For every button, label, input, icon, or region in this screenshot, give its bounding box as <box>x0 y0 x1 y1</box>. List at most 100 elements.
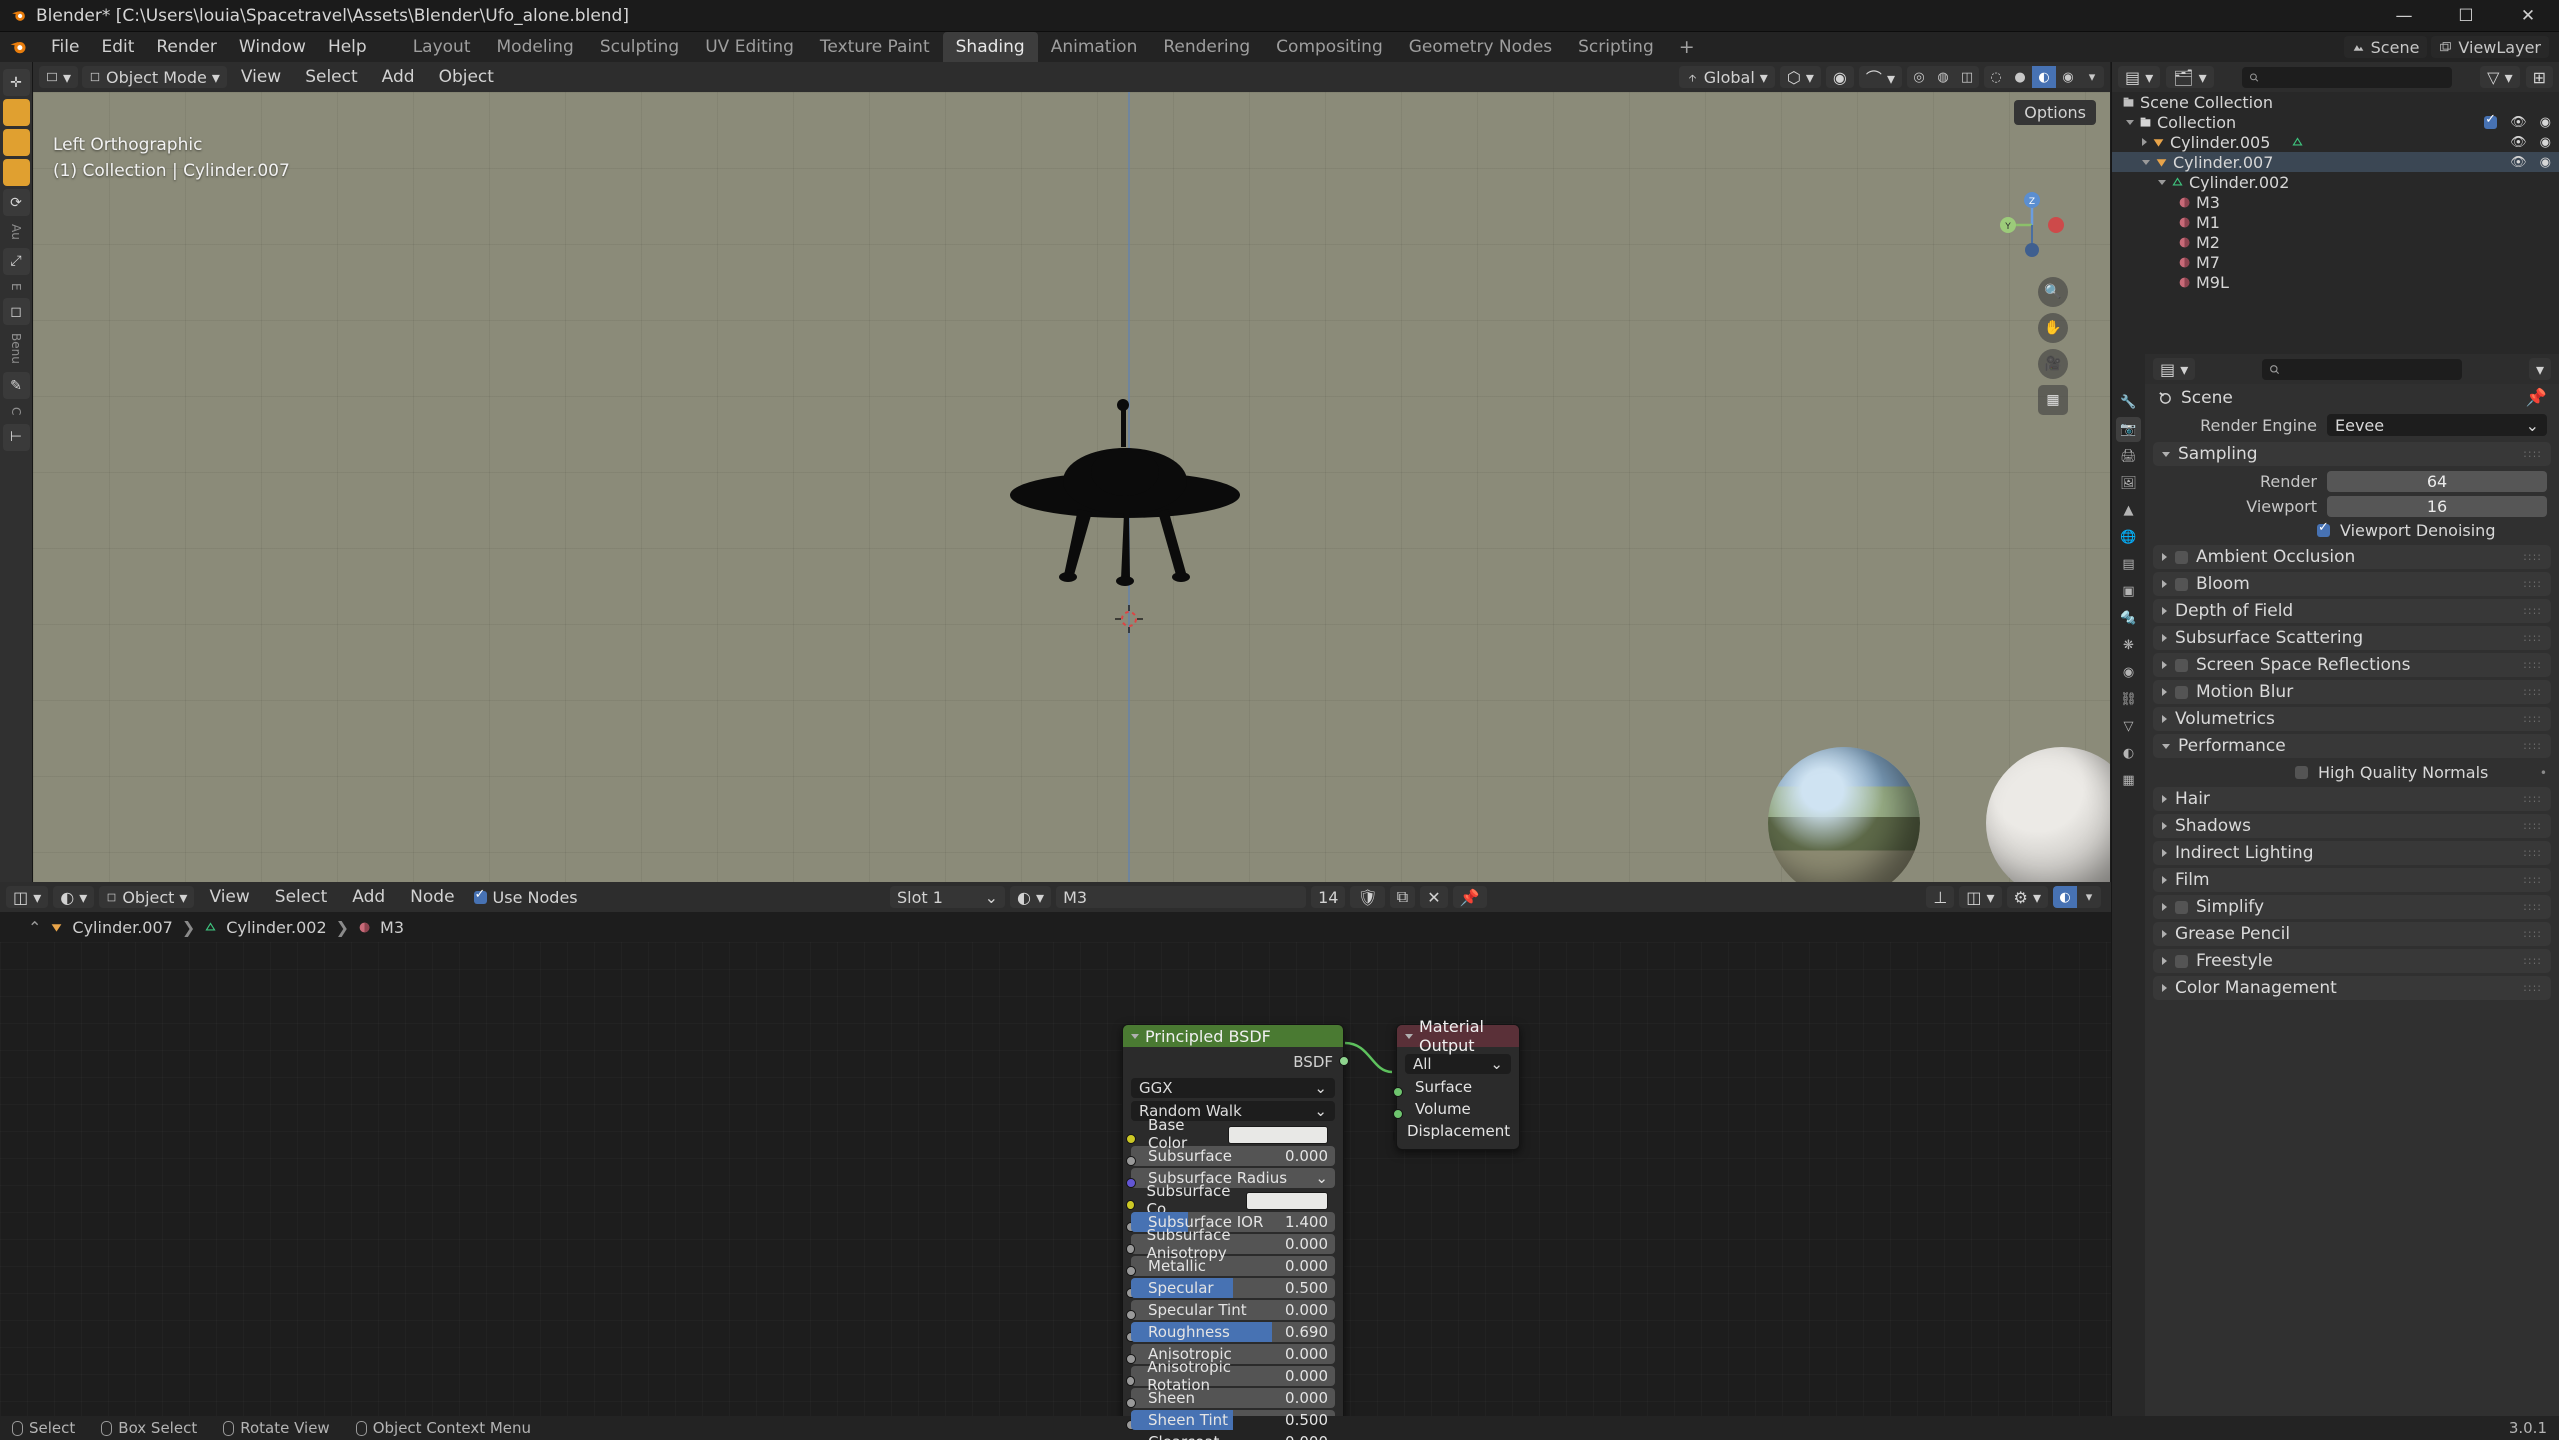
tab-particles[interactable]: ❋ <box>2116 633 2141 658</box>
menu-file[interactable]: File <box>40 34 90 60</box>
viewlayer-selector[interactable]: ViewLayer <box>2431 36 2549 58</box>
workspace-tab-sculpting[interactable]: Sculpting <box>587 32 692 62</box>
sampling-render-value[interactable]: 64 <box>2327 471 2547 492</box>
outliner-row-material-m7[interactable]: M7 <box>2112 252 2559 272</box>
zoom-view-icon[interactable]: 🔍 <box>2038 277 2068 307</box>
tool-move-icon[interactable] <box>2 159 30 186</box>
workspace-tab-layout[interactable]: Layout <box>400 32 484 62</box>
socket-metallic[interactable] <box>1126 1266 1136 1276</box>
outliner-new-collection-button[interactable]: ⊞ <box>2525 66 2553 88</box>
camera-view-icon[interactable]: 🎥 <box>2038 349 2068 379</box>
panel-subsurface-scattering-header[interactable]: Subsurface Scattering :::: <box>2153 626 2551 650</box>
tab-data[interactable]: ▽ <box>2116 714 2141 739</box>
panel-performance-header[interactable]: Performance :::: <box>2153 734 2551 758</box>
snapping-toggle[interactable]: ⬡ ▾ <box>1779 66 1821 88</box>
panel-simplify-header[interactable]: Simplify :::: <box>2153 895 2551 919</box>
node-distribution-dropdown[interactable]: GGX ⌄ <box>1131 1078 1335 1098</box>
eye-icon[interactable]: 👁 <box>2510 135 2527 150</box>
show-overlays-icon[interactable]: ◍ <box>1931 66 1955 88</box>
panel-screen-space-reflections-header[interactable]: Screen Space Reflections :::: <box>2153 653 2551 677</box>
expand-triangle-icon[interactable] <box>2158 179 2166 185</box>
node-options-icon[interactable]: ⚙ ▾ <box>2006 886 2048 908</box>
unlink-material-icon[interactable]: ✕ <box>1420 886 1448 908</box>
tab-constraints[interactable]: ⛓ <box>2116 687 2141 712</box>
proportional-editing-toggle[interactable]: ◉ <box>1825 66 1854 88</box>
chevron-down-icon[interactable] <box>1131 1033 1139 1039</box>
motion-blur-checkbox[interactable] <box>2175 685 2188 699</box>
viewport-denoising-checkbox[interactable] <box>2317 520 2330 537</box>
tab-physics[interactable]: ◉ <box>2116 660 2141 685</box>
interaction-mode-selector[interactable]: Object Mode ▾ <box>82 66 227 88</box>
chevron-down-icon[interactable]: ⌄ <box>1315 1169 1328 1187</box>
tool-measure-icon[interactable]: ⊢ <box>2 423 30 451</box>
outliner-search-field[interactable] <box>2241 66 2452 88</box>
node-input-displacement[interactable]: Displacement <box>1393 1121 1511 1141</box>
workspace-tab-texture-paint[interactable]: Texture Paint <box>807 32 943 62</box>
socket-base-color[interactable] <box>1126 1134 1136 1144</box>
workspace-tab-scripting[interactable]: Scripting <box>1565 32 1667 62</box>
shader-editor-type-selector[interactable]: ◫ ▾ <box>6 886 49 908</box>
material-name-field[interactable]: M3 <box>1056 886 1307 908</box>
workspace-tab-geometry-nodes[interactable]: Geometry Nodes <box>1396 32 1565 62</box>
outliner-row-cylinder-002[interactable]: Cylinder.002 <box>2112 172 2559 192</box>
proportional-falloff-selector[interactable]: ⌒ ▾ <box>1858 66 1902 88</box>
panel-color-management-header[interactable]: Color Management :::: <box>2153 976 2551 1000</box>
simplify-checkbox[interactable] <box>2175 900 2188 914</box>
panel-motion-blur-header[interactable]: Motion Blur :::: <box>2153 680 2551 704</box>
material-icon-button[interactable]: ◐ ▾ <box>1010 886 1052 908</box>
outliner-row-cylinder-007[interactable]: Cylinder.007 👁 ◉ <box>2112 152 2559 172</box>
fake-user-shield-icon[interactable]: 🛡 <box>1350 886 1385 908</box>
panel-grease-pencil-header[interactable]: Grease Pencil :::: <box>2153 922 2551 946</box>
transform-orientation-selector[interactable]: Global ▾ <box>1678 66 1775 88</box>
close-button[interactable]: ✕ <box>2497 0 2559 32</box>
breadcrumb-material[interactable]: M3 <box>380 918 404 937</box>
panel-shadows-header[interactable]: Shadows :::: <box>2153 814 2551 838</box>
navigation-gizmo[interactable]: Z Y <box>1994 187 2070 263</box>
shader-context-selector[interactable]: Object ▾ <box>99 886 195 908</box>
menu-help[interactable]: Help <box>317 34 378 60</box>
toggle-ortho-icon[interactable]: ▦ <box>2038 385 2068 415</box>
tab-scene[interactable]: ▲ <box>2116 498 2141 523</box>
properties-options-button[interactable]: ▾ <box>2528 358 2551 380</box>
shading-solid-icon[interactable]: ● <box>2008 66 2032 88</box>
node-input-subsurface-color[interactable]: Subsurface Co... <box>1126 1182 1335 1218</box>
node-material-output[interactable]: Material Output All ⌄ Surface Volume Dis… <box>1393 1017 1520 1150</box>
panel-freestyle-header[interactable]: Freestyle :::: <box>2153 949 2551 973</box>
tab-texture[interactable]: ▦ <box>2116 768 2141 793</box>
base-color-swatch[interactable] <box>1228 1126 1328 1144</box>
camera-icon[interactable]: ◉ <box>2540 135 2551 150</box>
socket-bsdf-output[interactable] <box>1339 1056 1349 1066</box>
shading-material-preview-icon[interactable]: ◐ <box>2032 66 2056 88</box>
viewport-menu-view[interactable]: View <box>231 67 291 87</box>
high-quality-normals-checkbox[interactable] <box>2295 766 2308 779</box>
socket-subsurface-color[interactable] <box>1126 1200 1135 1210</box>
node-input-specular-tint[interactable]: Specular Tint 0.000 <box>1126 1300 1335 1320</box>
socket-surface[interactable] <box>1393 1087 1403 1097</box>
workspace-tab-animation[interactable]: Animation <box>1038 32 1151 62</box>
tool-scale-icon[interactable]: ⤢ <box>2 247 30 275</box>
ambient-occlusion-checkbox[interactable] <box>2175 550 2188 564</box>
node-header-principled-bsdf[interactable]: Principled BSDF <box>1123 1025 1343 1047</box>
tab-tool[interactable]: 🔧 <box>2116 390 2141 415</box>
menu-edit[interactable]: Edit <box>90 34 145 60</box>
node-input-volume[interactable]: Volume <box>1393 1099 1511 1119</box>
eye-icon[interactable]: 👁 <box>2510 155 2527 170</box>
node-input-specular[interactable]: Specular 0.500 <box>1126 1278 1335 1298</box>
shader-menu-select[interactable]: Select <box>265 887 337 907</box>
outliner-row-material-m9l[interactable]: M9L <box>2112 272 2559 292</box>
viewport-menu-select[interactable]: Select <box>295 67 367 87</box>
socket-subsurface-radius[interactable] <box>1126 1178 1136 1188</box>
editor-type-selector[interactable]: ▾ <box>39 66 79 88</box>
socket-anisotropic[interactable] <box>1126 1354 1136 1364</box>
expand-triangle-icon[interactable] <box>2126 119 2134 125</box>
tab-render[interactable]: 📷 <box>2116 417 2141 442</box>
workspace-tab-compositing[interactable]: Compositing <box>1263 32 1396 62</box>
shading-options-icon[interactable]: ▾ <box>2080 66 2104 88</box>
node-input-subsurface[interactable]: Subsurface 0.000 <box>1126 1146 1335 1166</box>
socket-subsurface[interactable] <box>1126 1156 1136 1166</box>
tool-annotate-icon[interactable]: ✎ <box>2 372 30 400</box>
expand-triangle-icon[interactable] <box>2142 138 2147 146</box>
workspace-tab-rendering[interactable]: Rendering <box>1150 32 1263 62</box>
shader-type-icon-button[interactable]: ◐ ▾ <box>53 886 95 908</box>
breadcrumb-object[interactable]: Cylinder.007 <box>72 918 172 937</box>
